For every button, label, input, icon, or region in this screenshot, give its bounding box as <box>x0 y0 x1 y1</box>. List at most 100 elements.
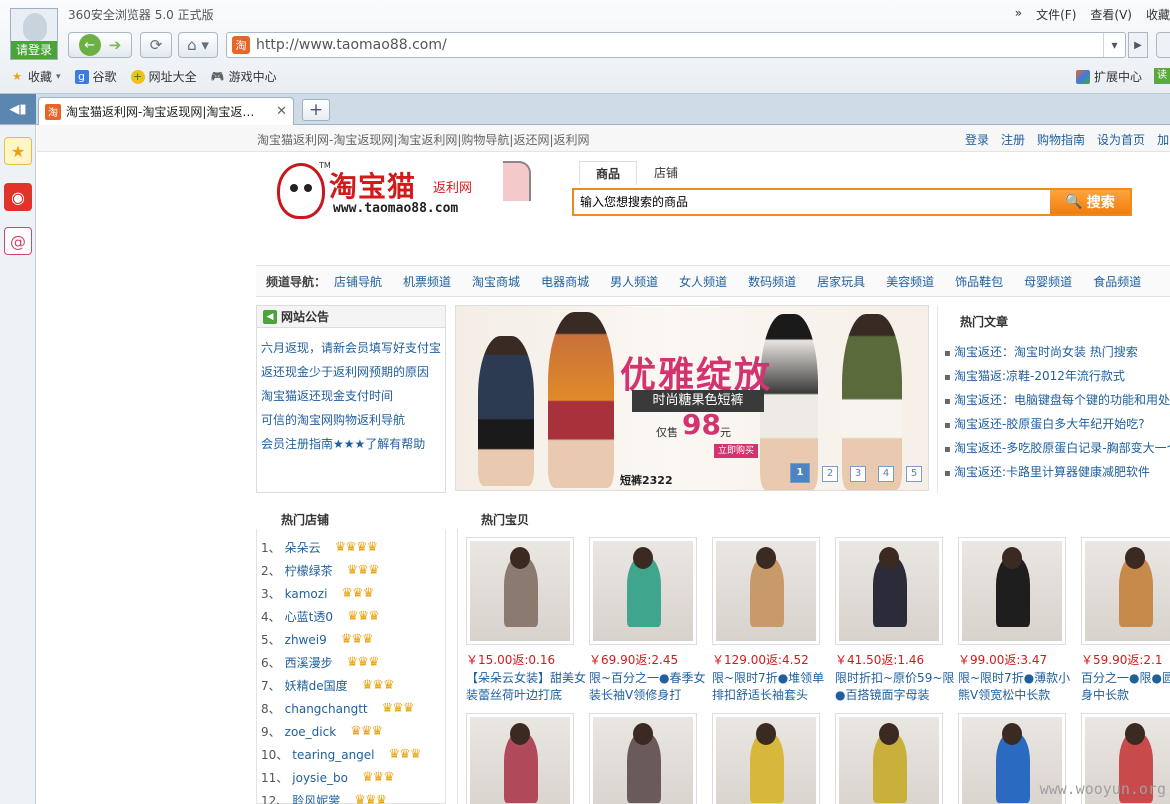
notice-item[interactable]: 会员注册指南★★★了解有帮助 <box>261 432 445 456</box>
channel-link[interactable]: 店铺导航 <box>334 273 382 290</box>
product-card[interactable]: ￥99.00返:3.47 限~限时7折●薄款小熊V领宽松中长款 <box>958 537 1078 704</box>
product-card[interactable]: ￥15.00返:0.16 【朵朵云女装】甜美女装蕾丝荷叶边打底 <box>466 537 586 704</box>
banner-page-2[interactable]: 2 <box>822 466 838 482</box>
home-icon[interactable]: ⌂ ▾ <box>178 32 218 58</box>
weibo-icon[interactable]: ◉ <box>4 183 32 211</box>
tab-shops[interactable]: 店铺 <box>637 161 695 185</box>
article-link[interactable]: 淘宝返还：电脑键盘每个键的功能和用处 <box>944 391 1170 408</box>
forward-icon[interactable]: ➔ <box>109 36 122 54</box>
banner-page-4[interactable]: 4 <box>878 466 894 482</box>
back-icon[interactable]: ← <box>78 34 101 56</box>
banner-page-5[interactable]: 5 <box>906 466 922 482</box>
article-link[interactable]: 淘宝返还-胶原蛋白多大年纪开始吃? <box>944 415 1145 432</box>
shopping-guide-link[interactable]: 购物指南 <box>1037 131 1085 148</box>
menu-favorites[interactable]: 收藏 <box>1146 6 1170 23</box>
channel-link[interactable]: 食品频道 <box>1093 273 1141 290</box>
chevron-right-icon[interactable]: » <box>1015 6 1022 23</box>
tab-active[interactable]: 淘 淘宝猫返利网-淘宝返现网|淘宝返… ✕ <box>38 97 294 125</box>
shop-link[interactable]: joysie_bo <box>292 771 348 785</box>
search-input[interactable] <box>574 190 1050 214</box>
channel-link[interactable]: 饰品鞋包 <box>955 273 1003 290</box>
chevron-down-icon[interactable]: ▾ <box>56 72 61 82</box>
tab-products[interactable]: 商品 <box>579 161 637 185</box>
register-link[interactable]: 注册 <box>1001 131 1025 148</box>
product-card[interactable] <box>835 713 955 804</box>
search-button[interactable]: 🔍 搜索 <box>1050 190 1130 214</box>
shop-link[interactable]: kamozi <box>285 587 328 601</box>
bookmark-favorites[interactable]: ★ 收藏 ▾ <box>10 68 61 85</box>
user-avatar[interactable]: 请登录 <box>10 8 58 60</box>
refresh-icon[interactable]: ⟳ <box>140 32 172 58</box>
banner-page-1[interactable]: 1 <box>790 463 810 483</box>
product-card[interactable]: ￥41.50返:1.46 限时折扣~原价59~限●百搭镜面字母装 <box>835 537 955 704</box>
product-title[interactable]: 百分之一●限●圆领修身中长款 <box>1081 670 1170 704</box>
product-card[interactable]: ￥59.90返:2.1 百分之一●限●圆领修身中长款 <box>1081 537 1170 704</box>
promo-banner[interactable]: 优雅绽放 时尚糖果色短裤 仅售 98 元 立即购买 短裤2322 1 2 3 4… <box>455 305 929 491</box>
notice-item[interactable]: 六月返现，请新会员填写好支付宝 <box>261 336 445 360</box>
go-icon[interactable]: ▶ <box>1128 32 1148 58</box>
product-image[interactable] <box>589 537 697 645</box>
banner-page-3[interactable]: 3 <box>850 466 866 482</box>
chevron-down-icon[interactable]: ▾ <box>1103 33 1125 57</box>
notice-item[interactable]: 可信的淘宝网购物返利导航 <box>261 408 445 432</box>
url-input[interactable]: http://www.taomao88.com/ <box>256 37 1103 53</box>
product-image[interactable] <box>466 537 574 645</box>
login-link[interactable]: 登录 <box>965 131 989 148</box>
article-link[interactable]: 淘宝猫返:凉鞋-2012年流行款式 <box>944 367 1125 384</box>
favorites-star-icon[interactable]: ★ <box>4 137 32 165</box>
shop-link[interactable]: 朵朵云 <box>285 539 321 556</box>
shop-link[interactable]: 柠檬绿茶 <box>285 562 333 579</box>
product-title[interactable]: 限~限时7折●堆领单排扣舒适长袖套头 <box>712 670 832 704</box>
shop-link[interactable]: 心蓝t透0 <box>285 608 333 625</box>
address-bar[interactable]: 淘 http://www.taomao88.com/ ▾ <box>226 32 1126 58</box>
product-image[interactable] <box>712 713 820 804</box>
shop-link[interactable]: 西溪漫步 <box>285 654 333 671</box>
new-tab-button[interactable]: + <box>302 99 330 121</box>
menu-view[interactable]: 查看(V) <box>1090 6 1132 23</box>
shop-link[interactable]: zoe_dick <box>285 725 337 739</box>
shop-link[interactable]: 聆风妮裳 <box>292 792 340 804</box>
notice-item[interactable]: 返还现金少于返利网预期的原因 <box>261 360 445 384</box>
product-image[interactable] <box>958 537 1066 645</box>
product-image[interactable] <box>589 713 697 804</box>
product-title[interactable]: 【朵朵云女装】甜美女装蕾丝荷叶边打底 <box>466 670 586 704</box>
bookmark-google[interactable]: g 谷歌 <box>74 68 117 85</box>
channel-link[interactable]: 美容频道 <box>886 273 934 290</box>
shop-link[interactable]: 妖精de国度 <box>285 677 348 694</box>
channel-link[interactable]: 电器商城 <box>541 273 589 290</box>
close-icon[interactable]: ✕ <box>276 104 287 119</box>
bookmark-sites[interactable]: + 网址大全 <box>130 68 197 85</box>
product-image[interactable] <box>1081 537 1170 645</box>
channel-link[interactable]: 数码频道 <box>748 273 796 290</box>
product-card[interactable] <box>712 713 832 804</box>
site-logo[interactable]: TM 淘宝猫 返利网 www.taomao88.com <box>277 161 537 223</box>
product-card[interactable]: ￥129.00返:4.52 限~限时7折●堆领单排扣舒适长袖套头 <box>712 537 832 704</box>
product-image[interactable] <box>712 537 820 645</box>
bookmark-games[interactable]: 🎮 游戏中心 <box>211 68 277 85</box>
product-image[interactable] <box>466 713 574 804</box>
article-link[interactable]: 淘宝返还：淘宝时尚女装 热门搜索 <box>944 343 1138 360</box>
channel-link[interactable]: 女人频道 <box>679 273 727 290</box>
shop-link[interactable]: zhwei9 <box>285 633 327 647</box>
channel-link[interactable]: 淘宝商城 <box>472 273 520 290</box>
more-link[interactable]: 加 <box>1157 131 1169 148</box>
extension-center[interactable]: 扩展中心 <box>1076 68 1142 85</box>
shop-link[interactable]: changchangtt <box>285 702 368 716</box>
channel-link[interactable]: 男人频道 <box>610 273 658 290</box>
channel-link[interactable]: 母婴频道 <box>1024 273 1072 290</box>
channel-link[interactable]: 机票频道 <box>403 273 451 290</box>
set-homepage-link[interactable]: 设为首页 <box>1097 131 1145 148</box>
extension-icon[interactable] <box>1156 32 1170 58</box>
channel-link[interactable]: 居家玩具 <box>817 273 865 290</box>
menu-file[interactable]: 文件(F) <box>1036 6 1076 23</box>
product-card[interactable]: ￥69.90返:2.45 限~百分之一●春季女装长袖V领修身打 <box>589 537 709 704</box>
product-image[interactable] <box>835 713 943 804</box>
product-card[interactable] <box>589 713 709 804</box>
article-link[interactable]: 淘宝返还:卡路里计算器健康减肥软件 <box>944 463 1150 480</box>
product-title[interactable]: 限时折扣~原价59~限●百搭镜面字母装 <box>835 670 955 704</box>
sidebar-toggle-icon[interactable]: ◀▮ <box>0 94 36 124</box>
article-link[interactable]: 淘宝返还-多吃胶原蛋白记录-胸部变大一个 <box>944 439 1170 456</box>
shop-link[interactable]: tearing_angel <box>292 748 374 762</box>
banner-buy-button[interactable]: 立即购买 <box>714 444 758 458</box>
product-image[interactable] <box>835 537 943 645</box>
